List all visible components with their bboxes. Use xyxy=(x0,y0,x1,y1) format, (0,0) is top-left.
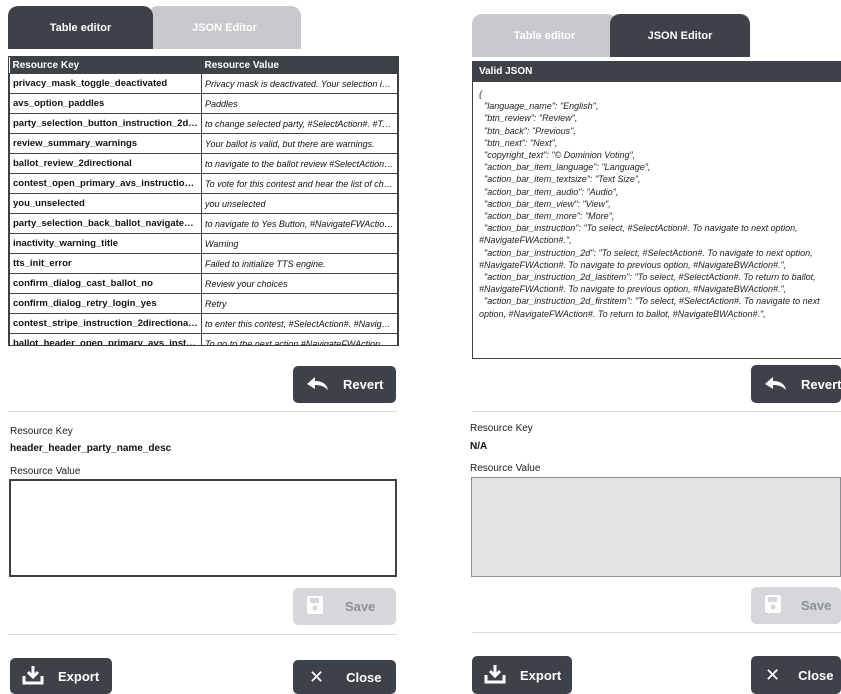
row-key: contest_stripe_instruction_2directional_… xyxy=(9,313,202,334)
row-value: Privacy mask is deactivated. Your select… xyxy=(201,73,398,94)
tab-json-editor[interactable]: JSON Editor xyxy=(610,14,750,57)
divider xyxy=(8,411,397,412)
json-text[interactable]: { "language_name": "English", "btn_revie… xyxy=(473,82,841,320)
save-label: Save xyxy=(801,598,832,613)
resource-key-value: N/A xyxy=(470,441,488,452)
table-row[interactable]: review_summary_warnings Your ballot is va… xyxy=(9,133,398,154)
table-row[interactable]: confirm_dialog_cast_ballot_no Review your… xyxy=(9,273,398,294)
row-value: Retry xyxy=(201,293,398,314)
json-editor[interactable]: Valid JSON { "language_name": "English",… xyxy=(472,61,841,359)
table-header-row: Resource Key Resource Value xyxy=(9,57,398,74)
row-value: Review your choices xyxy=(201,273,398,294)
tab-table-editor[interactable]: Table editor xyxy=(472,14,617,57)
resource-key-value: header_header_party_name_desc xyxy=(10,443,172,454)
row-key: party_selection_button_instruction_2dire… xyxy=(9,113,202,134)
close-label: Close xyxy=(346,669,382,685)
divider xyxy=(472,411,841,412)
editor-tabs: Table editor JSON Editor xyxy=(472,14,762,57)
resource-value-input xyxy=(471,477,841,577)
table-row[interactable]: confirm_dialog_retry_login_yes Retry xyxy=(9,293,398,314)
row-key: confirm_dialog_cast_ballot_no xyxy=(9,273,202,294)
row-value: to change selected party, #SelectAction#… xyxy=(201,113,398,134)
resource-value-label: Resource Value xyxy=(470,463,541,474)
resource-key-label: Resource Key xyxy=(10,426,73,437)
row-value: to navigate to the ballot review #Select… xyxy=(201,153,398,174)
table-row[interactable]: privacy_mask_toggle_deactivated Privacy m… xyxy=(9,73,398,94)
table-row[interactable]: party_selection_button_instruction_2dire… xyxy=(9,113,398,134)
row-key: ballot_header_open_primary_avs_instructi… xyxy=(9,333,202,345)
save-label: Save xyxy=(345,599,376,614)
table-row[interactable]: you_unselected you unselected xyxy=(9,193,398,214)
revert-label: Revert xyxy=(343,377,384,392)
divider xyxy=(8,634,397,635)
row-key: party_selection_back_ballot_navigate_to_… xyxy=(9,213,202,234)
table-row[interactable]: tts_init_error Failed to initialize TTS e… xyxy=(9,253,398,274)
save-button[interactable]: Save xyxy=(751,587,841,624)
table-row[interactable]: contest_stripe_instruction_2directional_… xyxy=(9,313,398,334)
revert-arrow-icon xyxy=(305,375,329,394)
table-row[interactable]: contest_open_primary_avs_instruction_2di… xyxy=(9,173,398,194)
row-value: To vote for this contest and hear the li… xyxy=(201,173,398,194)
export-button[interactable]: Export xyxy=(472,656,572,694)
row-key: ballot_review_2directional xyxy=(9,153,202,174)
floppy-disk-icon xyxy=(765,595,781,616)
export-button[interactable]: Export xyxy=(10,658,112,694)
editor-tabs: JSON Editor Table editor xyxy=(8,6,301,49)
revert-arrow-icon xyxy=(763,375,787,394)
revert-button[interactable]: Revert xyxy=(293,366,396,403)
column-header-resource-value[interactable]: Resource Value xyxy=(201,57,398,74)
export-label: Export xyxy=(520,667,562,683)
floppy-disk-icon xyxy=(307,596,323,617)
row-key: confirm_dialog_retry_login_yes xyxy=(9,293,202,314)
table-row[interactable]: party_selection_back_ballot_navigate_to_… xyxy=(9,213,398,234)
download-tray-icon xyxy=(484,664,506,687)
save-button[interactable]: Save xyxy=(293,588,396,625)
row-value: Warning xyxy=(201,233,398,254)
close-x-icon: ✕ xyxy=(309,666,325,687)
close-button[interactable]: ✕ Close xyxy=(751,656,841,694)
row-value: to navigate to Yes Button, #NavigateFWAc… xyxy=(201,213,398,234)
revert-button[interactable]: Revert xyxy=(751,365,841,403)
close-label: Close xyxy=(798,667,834,683)
tab-json-editor[interactable]: JSON Editor xyxy=(148,6,301,49)
row-key: privacy_mask_toggle_deactivated xyxy=(9,73,202,94)
row-key: avs_option_paddles xyxy=(9,93,202,114)
divider xyxy=(472,632,841,633)
row-value: Paddles xyxy=(201,93,398,114)
row-value: to enter this contest, #SelectAction#. #… xyxy=(201,313,398,334)
resource-key-label: Resource Key xyxy=(470,423,533,434)
json-editor-panel: Table editor JSON Editor Valid JSON { "l… xyxy=(464,0,841,694)
resource-table[interactable]: Resource Key Resource Value privacy_mask… xyxy=(8,56,399,346)
row-key: you_unselected xyxy=(9,193,202,214)
row-key: tts_init_error xyxy=(9,253,202,274)
json-validity-status: Valid JSON xyxy=(473,62,841,82)
close-x-icon: ✕ xyxy=(765,664,781,685)
tab-table-editor[interactable]: Table editor xyxy=(8,6,153,49)
row-value: Your ballot is valid, but there are warn… xyxy=(201,133,398,154)
row-key: contest_open_primary_avs_instruction_2di… xyxy=(9,173,202,194)
resource-value-label: Resource Value xyxy=(10,466,81,477)
column-header-resource-key[interactable]: Resource Key xyxy=(9,57,202,74)
row-value: you unselected xyxy=(201,193,398,214)
table-row[interactable]: ballot_header_open_primary_avs_instructi… xyxy=(9,333,398,345)
export-label: Export xyxy=(58,668,100,684)
table-row[interactable]: avs_option_paddles Paddles xyxy=(9,93,398,114)
row-value: To go to the next action #NavigateFWActi… xyxy=(201,333,398,345)
row-value: Failed to initialize TTS engine. xyxy=(201,253,398,274)
download-tray-icon xyxy=(22,665,44,688)
row-key: inactivity_warning_title xyxy=(9,233,202,254)
table-row[interactable]: ballot_review_2directional to navigate t… xyxy=(9,153,398,174)
close-button[interactable]: ✕ Close xyxy=(293,660,396,694)
table-editor-panel: JSON Editor Table editor Resource Key Re… xyxy=(0,0,404,694)
revert-label: Revert xyxy=(801,376,841,392)
table-row[interactable]: inactivity_warning_title Warning xyxy=(9,233,398,254)
row-key: review_summary_warnings xyxy=(9,133,202,154)
resource-value-input[interactable] xyxy=(9,479,397,577)
